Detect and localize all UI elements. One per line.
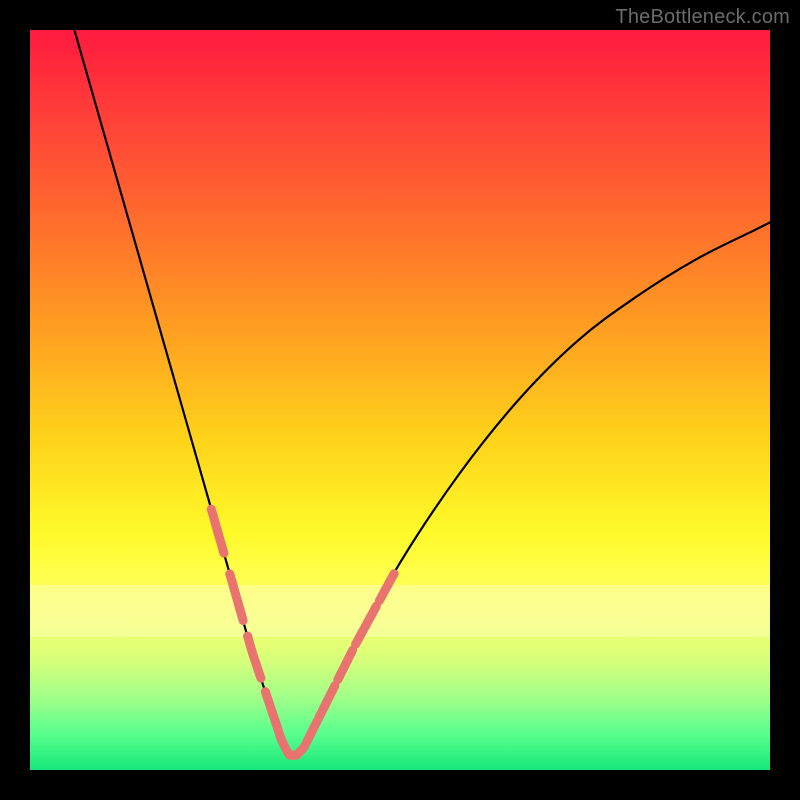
highlight-segment	[211, 509, 224, 553]
highlight-segment	[356, 606, 377, 644]
highlight-segment	[265, 692, 283, 744]
highlight-segment	[319, 686, 335, 719]
highlight-segment	[307, 721, 317, 742]
bottleneck-curve	[74, 30, 770, 757]
highlight-segment	[283, 743, 305, 755]
plot-area	[30, 30, 770, 770]
highlight-segment	[338, 650, 353, 680]
highlight-segment	[230, 574, 243, 621]
highlight-band	[30, 585, 770, 637]
highlight-segments	[211, 509, 394, 755]
curve-svg	[30, 30, 770, 770]
watermark-label: TheBottleneck.com	[615, 6, 790, 29]
highlight-segment	[379, 574, 394, 601]
highlight-segment	[248, 636, 261, 678]
chart-stage: TheBottleneck.com	[0, 0, 800, 800]
